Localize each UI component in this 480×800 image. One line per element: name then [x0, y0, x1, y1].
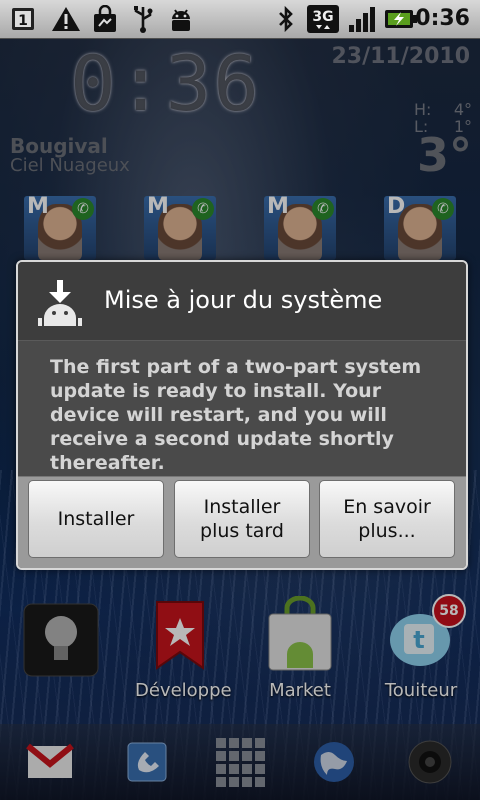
- install-later-button-label: Installer plus tard: [200, 495, 284, 543]
- shopping-bag-icon: [90, 4, 120, 34]
- status-time: 0:36: [415, 6, 470, 31]
- learn-more-button[interactable]: En savoir plus...: [319, 480, 455, 558]
- warning-icon: [50, 4, 82, 34]
- dialog-message: The first part of a two-part system upda…: [50, 356, 422, 474]
- network-3g-icon: 3G: [304, 4, 342, 34]
- usb-icon: [128, 4, 158, 34]
- android-debug-icon: [166, 4, 196, 34]
- install-button[interactable]: Installer: [28, 480, 164, 558]
- sim-notification-icon: 1: [8, 4, 38, 34]
- notification-count: 1: [18, 13, 28, 29]
- system-update-dialog: Mise à jour du système The first part of…: [16, 260, 468, 570]
- learn-more-button-label: En savoir plus...: [343, 495, 431, 543]
- network-type-label: 3G: [312, 9, 333, 25]
- status-bar[interactable]: 1 3G 0:36: [0, 0, 480, 39]
- install-button-label: Installer: [57, 508, 135, 530]
- install-later-line1: Installer: [203, 496, 281, 518]
- bluetooth-icon: [274, 4, 298, 34]
- system-update-icon: [38, 280, 82, 326]
- install-later-button[interactable]: Installer plus tard: [174, 480, 310, 558]
- signal-bars-icon: [346, 4, 378, 34]
- dialog-header: Mise à jour du système: [18, 262, 466, 341]
- dialog-title: Mise à jour du système: [104, 286, 383, 314]
- learn-more-line1: En savoir: [343, 496, 431, 518]
- install-later-line2: plus tard: [200, 520, 284, 542]
- battery-charging-icon: [384, 4, 418, 34]
- learn-more-line2: plus...: [358, 520, 416, 542]
